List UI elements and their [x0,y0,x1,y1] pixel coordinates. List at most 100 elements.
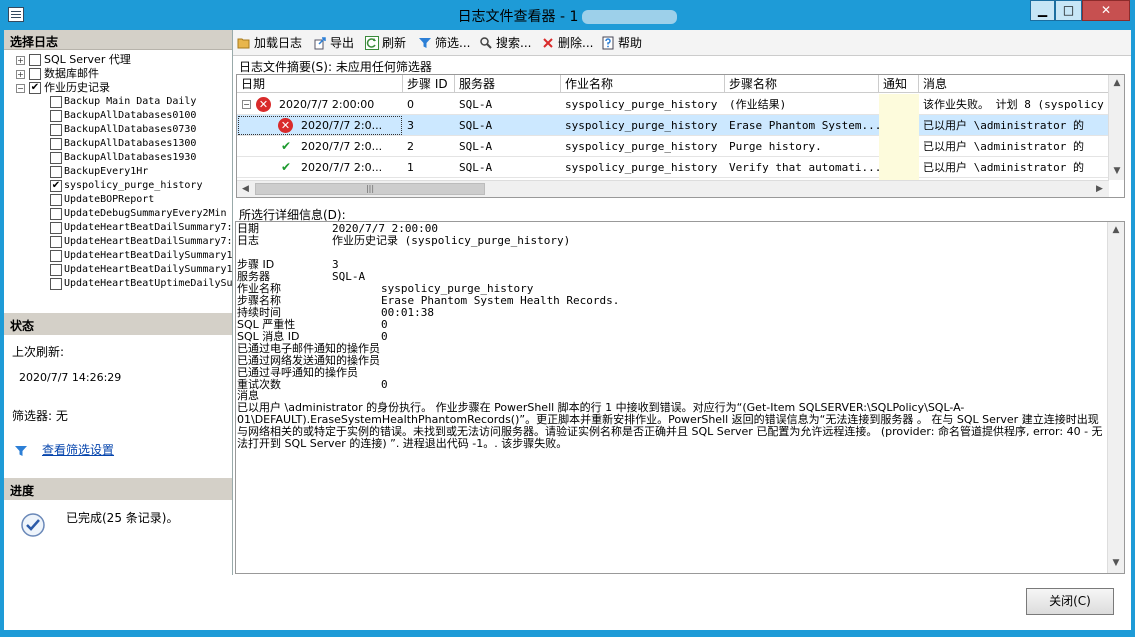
load-log-button[interactable]: 加载日志 [237,34,302,52]
tree-checkbox[interactable] [50,250,62,262]
tree-item-job[interactable]: UpdateHeartBeatDailySummary1 [4,263,232,277]
scroll-down-icon[interactable]: ▼ [1109,163,1124,180]
tree-item-job[interactable]: UpdateHeartBeatDailySummary1 [4,249,232,263]
collapse-icon[interactable]: − [242,100,251,109]
tree-checkbox[interactable] [50,138,62,150]
tree-item-job[interactable]: UpdateHeartBeatUptimeDailySu [4,277,232,291]
maximize-button[interactable]: □ [1055,0,1082,21]
scroll-right-icon[interactable]: ▶ [1091,181,1108,197]
tree-checkbox[interactable] [50,124,62,136]
refresh-button[interactable]: 刷新 [365,34,406,52]
export-icon [314,37,326,50]
table-cell-step: 2 [407,140,414,153]
tree-item-job[interactable]: UpdateDebugSummaryEvery2Min [4,207,232,221]
filter-button[interactable]: 筛选... [418,34,470,52]
column-header-step-id[interactable]: 步骤 ID [403,75,455,93]
delete-icon [543,38,553,48]
window-title: 日志文件查看器 - 1 [0,6,1135,26]
tree-checkbox[interactable] [50,208,62,220]
success-icon: ✔ [281,139,292,153]
log-summary-label: 日志文件摘要(S): 未应用任何筛选器 [239,60,432,74]
tree-checkbox[interactable] [50,194,62,206]
details-vertical-scrollbar[interactable]: ▲ ▼ [1107,222,1124,573]
tree-checkbox[interactable] [50,166,62,178]
tree-item-job[interactable]: ✔ syspolicy_purge_history [4,179,232,193]
table-row[interactable]: ✔ 2020/7/7 2:0... 1 SQL-A syspolicy_purge_hi… [237,157,1109,178]
grid-vertical-scrollbar[interactable]: ▲ ▼ [1108,75,1124,180]
tree-item-job[interactable]: UpdateHeartBeatDailSummary7: [4,235,232,249]
column-header-job-name[interactable]: 作业名称 [561,75,725,93]
search-icon [480,37,492,49]
table-row[interactable]: ✕ 2020/7/7 2:0... 3 SQL-A syspolicy_purge_hi… [237,115,1109,136]
tree-label: SQL Server 代理 [44,53,131,66]
tree-item-job[interactable]: Backup Main Data Daily [4,95,232,109]
tree-checkbox[interactable] [50,236,62,248]
tree-item-sql-agent[interactable]: + SQL Server 代理 [4,53,232,67]
tree-item-job[interactable]: BackupAllDatabases0100 [4,109,232,123]
table-cell-stepname: (作业结果) [729,98,787,111]
tree-item-db-mail[interactable]: + 数据库邮件 [4,67,232,81]
table-cell-job: syspolicy_purge_history [565,98,718,111]
tree-item-job-history[interactable]: − ✔ 作业历史记录 [4,81,232,95]
tree-item-job[interactable]: BackupAllDatabases0730 [4,123,232,137]
table-row[interactable]: −✕ 2020/7/7 2:00:00 0 SQL-A syspolicy_purge_… [237,94,1109,115]
grid-horizontal-scrollbar[interactable]: ◀ ||| ▶ [237,180,1109,197]
minimize-button[interactable]: ▁ [1030,0,1055,21]
collapse-icon[interactable]: − [16,84,25,93]
table-cell-server: SQL-A [459,140,493,153]
last-refresh-label: 上次刷新: [12,345,65,359]
table-cell-notify [879,94,919,115]
tree-checkbox[interactable] [29,54,41,66]
help-label: 帮助 [618,36,643,50]
title-bar: 日志文件查看器 - 1 ▁ □ ✕ [0,0,1135,30]
tree-checkbox-checked[interactable]: ✔ [50,180,62,192]
window-frame-bottom [0,630,1135,637]
help-button[interactable]: 帮助 [601,34,642,52]
close-window-button[interactable]: ✕ [1082,0,1130,21]
search-button[interactable]: 搜索... [479,34,531,52]
column-header-step-name[interactable]: 步骤名称 [725,75,879,93]
tree-checkbox[interactable] [50,152,62,164]
grid-header: 日期 步骤 ID 服务器 作业名称 步骤名称 通知 消息 [237,75,1109,93]
scroll-left-icon[interactable]: ◀ [237,181,254,197]
tree-item-job[interactable]: BackupAllDatabases1300 [4,137,232,151]
tree-label: UpdateDebugSummaryEvery2Min [64,208,227,219]
scroll-thumb[interactable]: ||| [255,183,485,195]
tree-label: UpdateBOPReport [64,194,155,205]
delete-button[interactable]: 删除... [541,34,593,52]
close-button[interactable]: 关闭(C) [1026,588,1114,615]
tree-checkbox[interactable] [29,68,41,80]
column-header-server[interactable]: 服务器 [455,75,561,93]
export-button[interactable]: 导出 [313,34,354,52]
delete-label: 删除... [558,36,594,50]
column-header-notify[interactable]: 通知 [879,75,919,93]
progress-header: 进度 [4,478,232,500]
column-header-message[interactable]: 消息 [919,75,1109,93]
tree-item-job[interactable]: UpdateBOPReport [4,193,232,207]
table-row[interactable]: ✔ 2020/7/7 2:0... 2 SQL-A syspolicy_purge_hi… [237,136,1109,157]
date-text: 2020/7/7 2:0... [301,119,383,132]
tree-checkbox[interactable] [50,222,62,234]
tree-checkbox[interactable] [50,278,62,290]
tree-item-job[interactable]: BackupEvery1Hr [4,165,232,179]
tree-checkbox-checked[interactable]: ✔ [29,82,41,94]
expand-icon[interactable]: + [16,56,25,65]
error-icon: ✕ [256,97,271,112]
tree-label: BackupAllDatabases1930 [64,152,197,163]
tree-checkbox[interactable] [50,96,62,108]
expand-icon[interactable]: + [16,70,25,79]
tree-checkbox[interactable] [50,110,62,122]
scroll-up-icon[interactable]: ▲ [1108,222,1124,239]
table-cell-job: syspolicy_purge_history [565,119,718,132]
redacted-server-name [582,10,678,24]
scroll-up-icon[interactable]: ▲ [1109,75,1124,92]
scroll-down-icon[interactable]: ▼ [1108,555,1124,572]
table-cell-date: ✔ 2020/7/7 2:0... [237,157,403,178]
refresh-label: 刷新 [382,36,407,50]
column-header-date[interactable]: 日期 [237,75,403,93]
tree-item-job[interactable]: UpdateHeartBeatDailSummary7: [4,221,232,235]
view-filter-settings-link[interactable]: 查看筛选设置 [42,441,114,458]
tree-item-job[interactable]: BackupAllDatabases1930 [4,151,232,165]
tree-label: UpdateHeartBeatDailSummary7: [64,222,232,233]
tree-checkbox[interactable] [50,264,62,276]
